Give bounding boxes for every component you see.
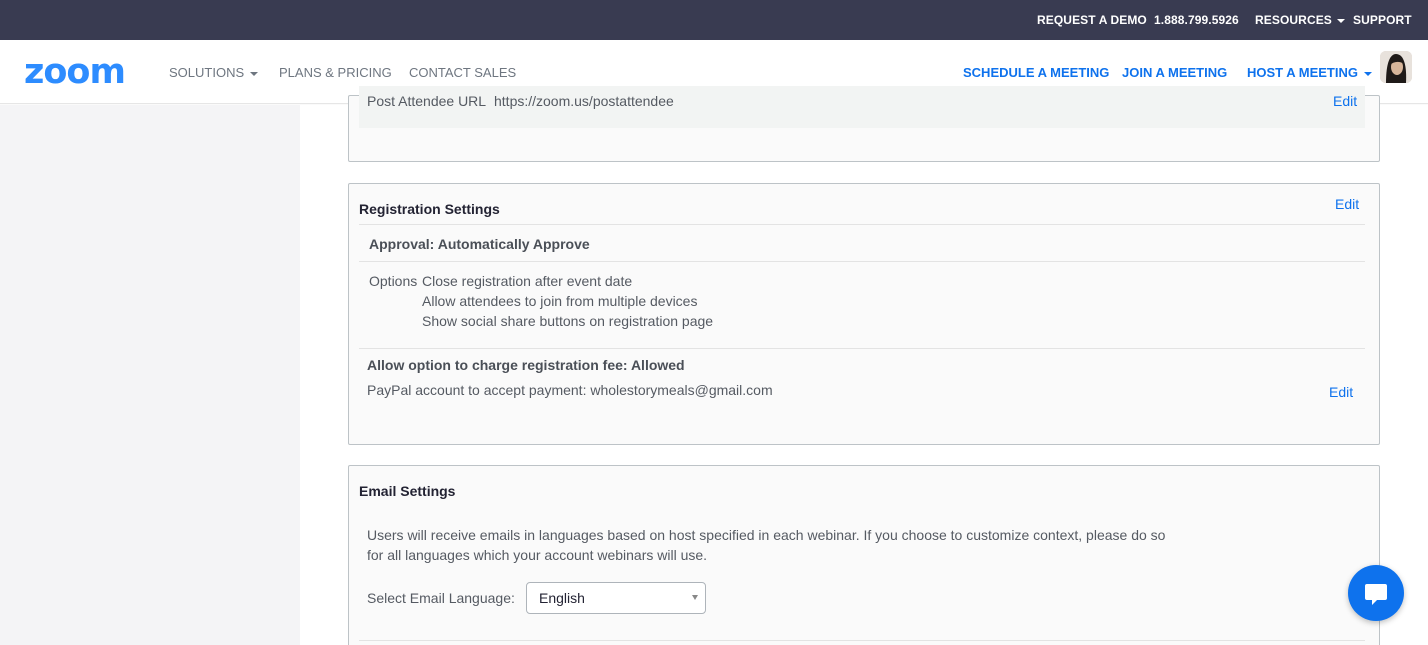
- options-label: Options: [369, 273, 418, 289]
- host-meeting-label: HOST A MEETING: [1247, 65, 1358, 80]
- post-attendee-card: Post Attendee URL https://zoom.us/postat…: [348, 86, 1380, 162]
- email-settings-card: Email Settings Users will receive emails…: [348, 465, 1380, 645]
- main-content: Post Attendee URL https://zoom.us/postat…: [300, 86, 1428, 645]
- option-item: Close registration after event date: [422, 273, 633, 289]
- plans-pricing-link[interactable]: PLANS & PRICING: [279, 65, 392, 80]
- paypal-edit-link[interactable]: Edit: [1329, 384, 1353, 400]
- chevron-down-icon: [1336, 18, 1345, 23]
- option-item: Show social share buttons on registratio…: [422, 313, 714, 329]
- registration-settings-title: Registration Settings: [359, 201, 500, 217]
- divider: [359, 261, 1365, 262]
- post-attendee-url: https://zoom.us/postattendee: [494, 93, 674, 109]
- left-sidebar: [0, 105, 300, 645]
- resources-menu[interactable]: RESOURCES: [1255, 13, 1345, 27]
- join-meeting-link[interactable]: JOIN A MEETING: [1122, 65, 1227, 80]
- email-description-line: for all languages which your account web…: [367, 547, 708, 563]
- chat-support-button[interactable]: [1348, 565, 1404, 621]
- email-language-select[interactable]: English: [526, 582, 706, 614]
- divider: [359, 348, 1365, 349]
- top-utility-bar: REQUEST A DEMO 1.888.799.5926 RESOURCES …: [0, 0, 1428, 40]
- chevron-down-icon: [250, 71, 259, 76]
- post-attendee-label: Post Attendee URL: [367, 93, 487, 109]
- user-photo-icon: [1380, 51, 1412, 83]
- registration-settings-card: Registration Settings Edit Approval: Aut…: [348, 183, 1380, 445]
- request-demo-link[interactable]: REQUEST A DEMO: [1037, 13, 1147, 27]
- registration-fee-text: Allow option to charge registration fee:…: [367, 357, 685, 373]
- email-language-label: Select Email Language:: [367, 590, 515, 606]
- option-item: Allow attendees to join from multiple de…: [422, 293, 698, 309]
- paypal-account-text: PayPal account to accept payment: wholes…: [367, 382, 773, 398]
- email-description-line: Users will receive emails in languages b…: [367, 527, 1166, 543]
- post-attendee-row: Post Attendee URL https://zoom.us/postat…: [359, 86, 1365, 128]
- avatar[interactable]: [1380, 51, 1412, 83]
- approval-text: Approval: Automatically Approve: [369, 236, 590, 252]
- email-settings-title: Email Settings: [359, 483, 456, 499]
- host-meeting-menu[interactable]: HOST A MEETING: [1247, 65, 1372, 80]
- phone-link[interactable]: 1.888.799.5926: [1154, 13, 1239, 27]
- divider: [359, 640, 1365, 641]
- chevron-down-icon: [1363, 71, 1372, 76]
- zoom-logo[interactable]: zoom: [24, 54, 126, 90]
- chevron-down-icon: [692, 595, 698, 600]
- post-attendee-edit-link[interactable]: Edit: [1333, 93, 1357, 109]
- resources-label: RESOURCES: [1255, 13, 1332, 27]
- registration-edit-link[interactable]: Edit: [1335, 196, 1359, 212]
- solutions-menu[interactable]: SOLUTIONS: [169, 65, 259, 80]
- chat-bubble-icon: [1365, 584, 1387, 605]
- solutions-label: SOLUTIONS: [169, 65, 245, 80]
- email-language-value: English: [539, 590, 585, 606]
- support-link[interactable]: SUPPORT: [1353, 13, 1412, 27]
- schedule-meeting-link[interactable]: SCHEDULE A MEETING: [963, 65, 1109, 80]
- contact-sales-link[interactable]: CONTACT SALES: [409, 65, 516, 80]
- divider: [359, 224, 1365, 225]
